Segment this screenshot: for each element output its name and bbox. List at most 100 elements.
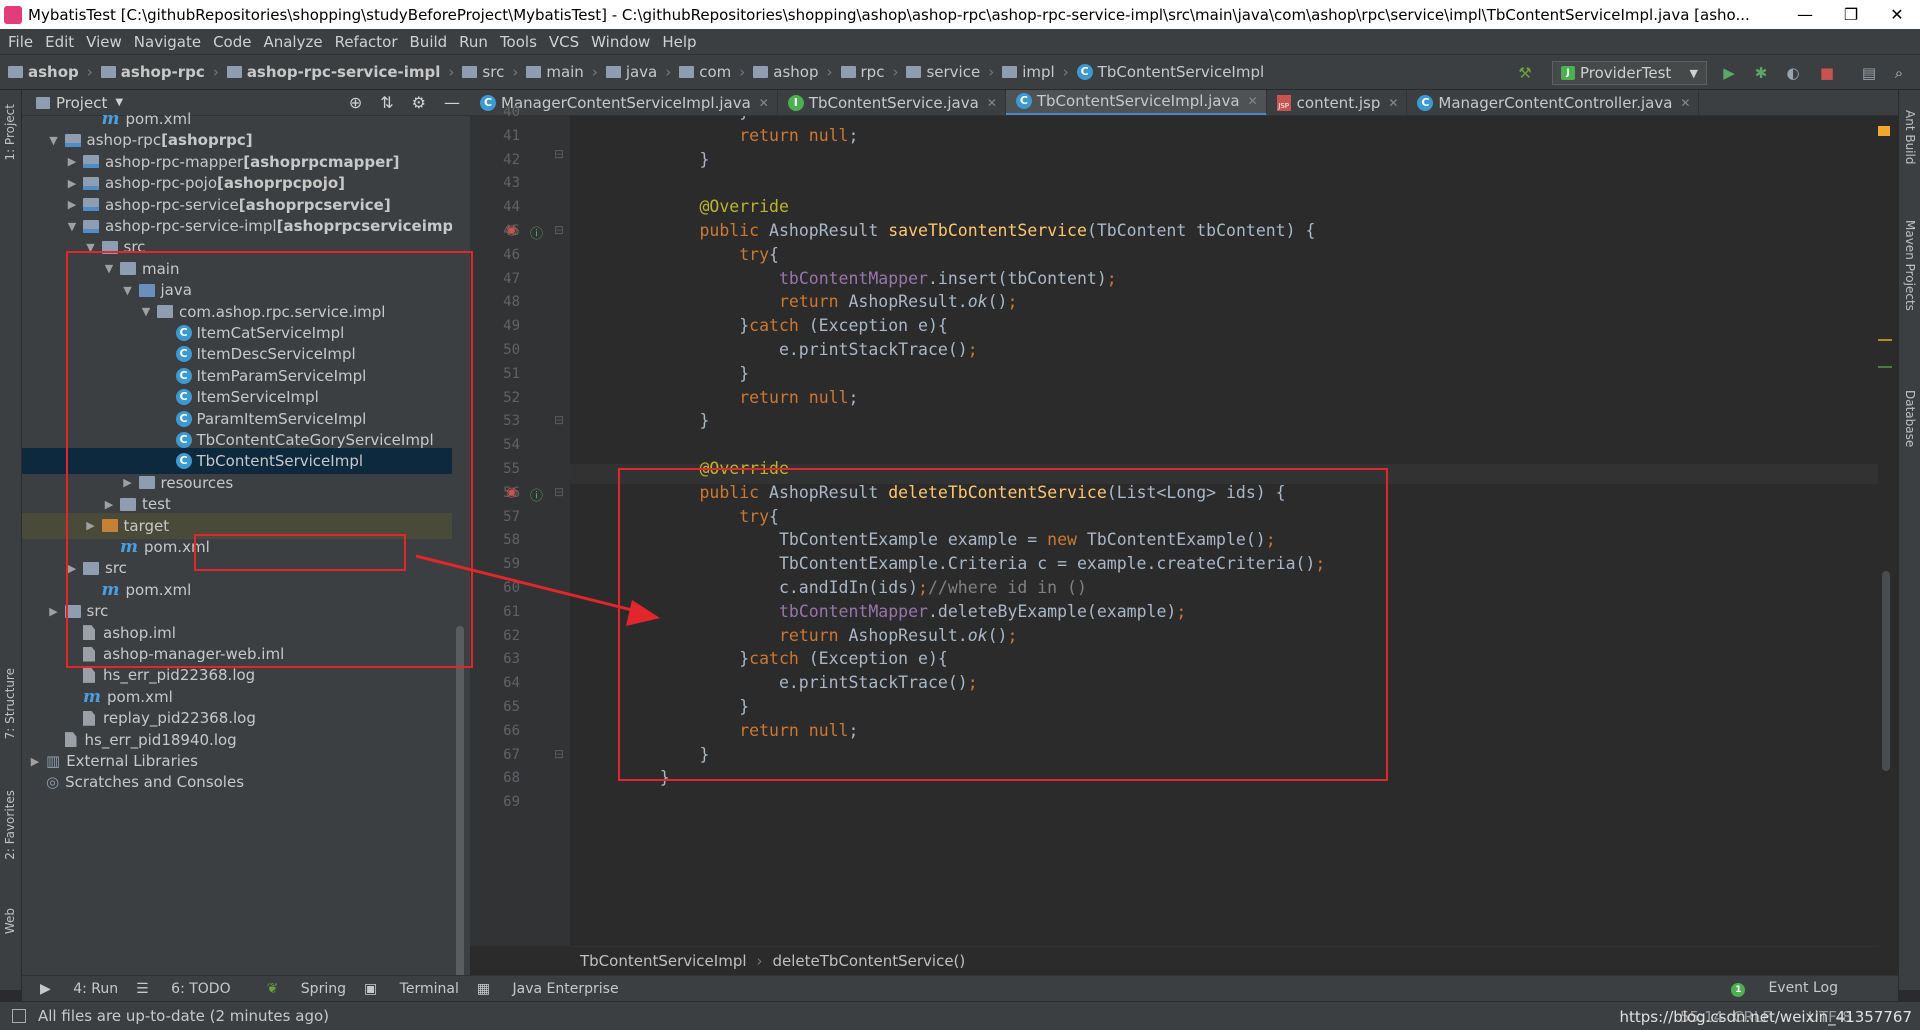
breadcrumb-item[interactable]: rpc › xyxy=(840,63,899,81)
highlight-box-method xyxy=(618,468,1388,781)
minimize-button[interactable]: — xyxy=(1782,0,1828,29)
breadcrumb-method[interactable]: deleteTbContentService() xyxy=(773,952,966,970)
menu-item-vcs[interactable]: VCS xyxy=(549,33,579,51)
close-tab-icon[interactable]: ✕ xyxy=(1248,94,1258,108)
menu-item-navigate[interactable]: Navigate xyxy=(134,33,201,51)
close-tab-icon[interactable]: ✕ xyxy=(987,96,997,110)
close-tab-icon[interactable]: ✕ xyxy=(1680,96,1690,110)
breadcrumb-item[interactable]: impl › xyxy=(1002,63,1069,81)
line-number: 53 xyxy=(503,413,520,430)
build-hammer-icon[interactable]: ⚒ xyxy=(1516,64,1534,82)
menu-item-build[interactable]: Build xyxy=(410,33,448,51)
menu-item-window[interactable]: Window xyxy=(591,33,650,51)
maven-projects-tool-button[interactable]: Maven Projects xyxy=(1903,220,1917,311)
menu-item-file[interactable]: File xyxy=(8,33,33,51)
toggle-tool-windows-icon[interactable] xyxy=(12,1009,26,1023)
stop-icon[interactable]: ■ xyxy=(1818,64,1836,82)
chevron-right-icon[interactable]: ▶ xyxy=(65,198,79,211)
menu-item-tools[interactable]: Tools xyxy=(500,33,537,51)
fold-icon[interactable]: ⊟ xyxy=(554,413,564,427)
breadcrumb-item[interactable]: ashop › xyxy=(8,63,93,81)
spring-tool-button[interactable]: ❦ Spring xyxy=(249,981,346,997)
event-log-button[interactable]: 1 Event Log xyxy=(1713,980,1838,997)
structure-tool-button[interactable]: 7: Structure xyxy=(3,668,17,739)
ant-build-tool-button[interactable]: Ant Build xyxy=(1903,110,1917,164)
breadcrumb-item[interactable]: main › xyxy=(526,63,598,81)
debug-icon[interactable]: ✱ xyxy=(1752,64,1770,82)
run-configuration-select[interactable]: J ProviderTest ▼ xyxy=(1552,61,1707,85)
implements-marker-icon[interactable]: ⓘ xyxy=(530,485,543,504)
fold-icon[interactable]: ⊟ xyxy=(554,147,564,161)
editor-tab[interactable]: C TbContentServiceImpl.java ✕ xyxy=(1005,90,1267,115)
editor-tab-bar: C ManagerContentServiceImpl.java ✕ I TbConte… xyxy=(470,90,1898,116)
breadcrumb-item[interactable]: ashop-rpc › xyxy=(100,63,219,81)
menu-item-edit[interactable]: Edit xyxy=(45,33,74,51)
override-marker-icon[interactable]: ◉ xyxy=(506,485,517,500)
restore-button[interactable]: ❐ xyxy=(1828,0,1874,29)
chevron-down-icon[interactable]: ▼ xyxy=(47,134,61,147)
close-tab-icon[interactable]: ✕ xyxy=(1388,96,1398,110)
breadcrumb-separator: › xyxy=(826,63,833,81)
breadcrumb-item[interactable]: C TbContentServiceImpl xyxy=(1076,63,1265,81)
interface-icon: I xyxy=(787,94,804,111)
breadcrumb-item[interactable]: src › xyxy=(462,63,518,81)
breadcrumb-label: TbContentServiceImpl xyxy=(1097,63,1265,81)
menu-item-refactor[interactable]: Refactor xyxy=(335,33,398,51)
run-icon[interactable]: ▶ xyxy=(1720,64,1738,82)
java-enterprise-tool-button[interactable]: ▦ Java Enterprise xyxy=(477,981,619,997)
todo-tool-button[interactable]: ☰ 6: TODO xyxy=(136,981,230,997)
close-button[interactable]: ✕ xyxy=(1874,0,1920,29)
highlight-box-file xyxy=(194,534,406,571)
breadcrumb-label: service xyxy=(926,63,981,81)
line-number: 44 xyxy=(503,199,520,216)
web-tool-button[interactable]: Web xyxy=(3,908,17,934)
editor-scroll-thumb[interactable] xyxy=(1882,571,1890,771)
code-line: } xyxy=(620,149,710,169)
breadcrumb-class[interactable]: TbContentServiceImpl xyxy=(580,952,747,970)
close-tab-icon[interactable]: ✕ xyxy=(759,96,769,110)
override-marker-icon[interactable]: ◉ xyxy=(506,223,517,238)
chevron-right-icon[interactable]: ▶ xyxy=(28,755,42,768)
favorites-tool-button[interactable]: 2: Favorites xyxy=(3,790,17,860)
breadcrumb-item[interactable]: java › xyxy=(605,63,671,81)
coverage-icon[interactable]: ◐ xyxy=(1784,64,1802,82)
editor-scrollbar[interactable] xyxy=(1878,116,1898,946)
fold-icon[interactable]: ⊟ xyxy=(554,223,564,237)
editor-tab[interactable]: C ManagerContentController.java ✕ xyxy=(1407,90,1700,115)
warning-marker xyxy=(1878,126,1890,136)
search-icon[interactable]: ⌕ xyxy=(1890,64,1908,82)
spring-tool-label: Spring xyxy=(300,980,346,997)
tree-item-module-name: [ashoprpcservice] xyxy=(238,195,391,214)
chevron-right-icon[interactable]: ▶ xyxy=(65,155,79,168)
menu-item-analyze[interactable]: Analyze xyxy=(263,33,322,51)
fold-icon[interactable]: ⊟ xyxy=(554,485,564,499)
editor-tab[interactable]: I TbContentService.java ✕ xyxy=(778,90,1006,115)
database-tool-button[interactable]: Database xyxy=(1903,390,1917,447)
breadcrumb-item[interactable]: ashop-rpc-service-impl › xyxy=(226,63,454,81)
status-bar: All files are up-to-date (2 minutes ago)… xyxy=(0,1001,1920,1030)
breadcrumb-item[interactable]: service › xyxy=(906,63,994,81)
menu-item-view[interactable]: View xyxy=(86,33,122,51)
menu-item-run[interactable]: Run xyxy=(459,33,488,51)
terminal-tool-button[interactable]: ▣ Terminal xyxy=(364,981,459,997)
window-title: MybatisTest [C:\githubRepositories\shopp… xyxy=(28,5,1750,24)
tree-item[interactable]: ◎ Scratches and Consoles xyxy=(22,769,470,795)
chevron-down-icon[interactable]: ▼ xyxy=(65,220,79,233)
breadcrumb-item[interactable]: com › xyxy=(679,63,745,81)
chevron-right-icon[interactable]: ▶ xyxy=(65,177,79,190)
editor-tab[interactable]: JSP content.jsp ✕ xyxy=(1267,90,1408,115)
project-structure-icon[interactable]: ▤ xyxy=(1860,64,1878,82)
chevron-right-icon[interactable]: ▶ xyxy=(47,605,61,618)
breadcrumb-separator: › xyxy=(892,63,899,81)
run-config-icon: J xyxy=(1561,66,1575,80)
implements-marker-icon[interactable]: ⓘ xyxy=(530,223,543,242)
breadcrumb-item[interactable]: ashop › xyxy=(753,63,833,81)
project-tool-button[interactable]: 1: Project xyxy=(3,104,17,161)
run-tool-button[interactable]: ▶ 4: Run xyxy=(40,981,118,997)
fold-icon[interactable]: ⊟ xyxy=(554,747,564,761)
menu-item-help[interactable]: Help xyxy=(662,33,696,51)
breadcrumb-separator: › xyxy=(512,63,519,81)
menu-item-code[interactable]: Code xyxy=(213,33,251,51)
line-number: 52 xyxy=(503,389,520,406)
code-line: } xyxy=(620,363,750,383)
